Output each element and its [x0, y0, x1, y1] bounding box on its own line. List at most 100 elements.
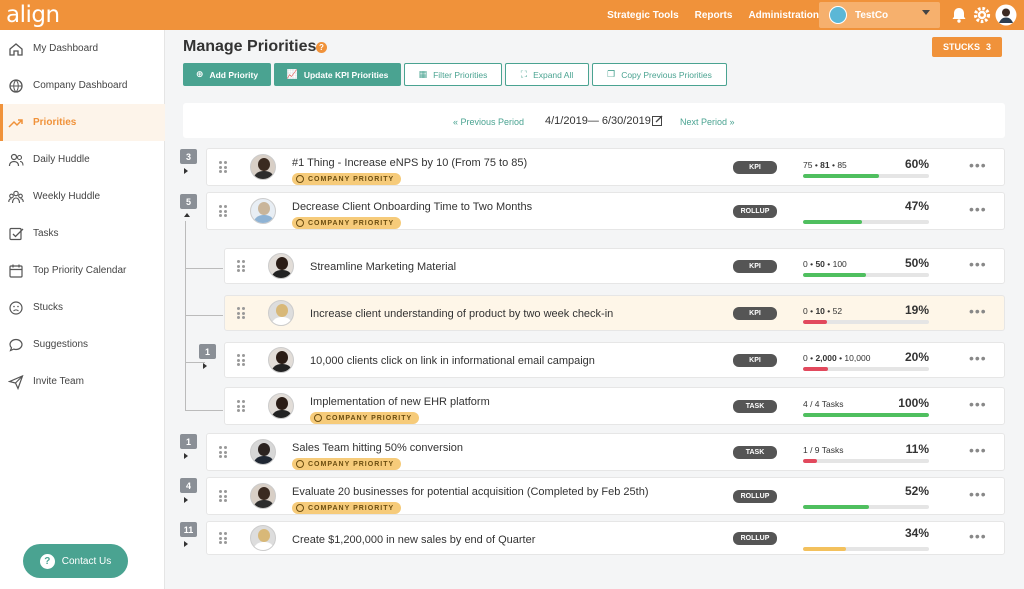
child-count-badge[interactable]: 5 [180, 194, 197, 209]
drag-handle-icon[interactable] [219, 532, 227, 544]
priority-row[interactable]: Sales Team hitting 50% conversion COMPANY… [206, 433, 1005, 471]
filter-priorities-button[interactable]: ▦ Filter Priorities [404, 63, 502, 86]
progress-bar-fill [803, 459, 817, 463]
priority-title[interactable]: Sales Team hitting 50% conversion [292, 442, 463, 454]
owner-avatar[interactable] [268, 393, 294, 419]
drag-handle-icon[interactable] [219, 161, 227, 173]
tree-branch [185, 410, 223, 411]
sidebar-item-suggestions[interactable]: Suggestions [0, 326, 165, 363]
company-selector[interactable]: TestCo [819, 2, 940, 28]
drag-handle-icon[interactable] [237, 354, 245, 366]
owner-avatar[interactable] [250, 439, 276, 465]
owner-avatar[interactable] [250, 525, 276, 551]
help-circle-icon: ? [39, 553, 55, 569]
owner-avatar[interactable] [250, 198, 276, 224]
previous-period-link[interactable]: « Previous Period [453, 117, 524, 127]
gear-icon[interactable] [972, 5, 992, 25]
sidebar-item-invite-team[interactable]: Invite Team [0, 363, 165, 400]
align-logo[interactable]: align [6, 1, 60, 29]
owner-avatar[interactable] [268, 347, 294, 373]
drag-handle-icon[interactable] [219, 446, 227, 458]
progress-values: 4 / 4 Tasks [803, 399, 844, 409]
more-options-icon[interactable]: ••• [969, 157, 987, 173]
sidebar-item-my-dashboard[interactable]: My Dashboard [0, 30, 165, 67]
priority-row[interactable]: Create $1,200,000 in new sales by end of… [206, 521, 1005, 555]
priority-title[interactable]: 10,000 clients click on link in informat… [310, 355, 595, 367]
more-options-icon[interactable]: ••• [969, 528, 987, 544]
child-count-badge[interactable]: 1 [180, 434, 197, 449]
globe-icon [296, 460, 304, 468]
help-icon[interactable]: ? [316, 42, 327, 53]
badge-label: COMPANY PRIORITY [308, 460, 395, 468]
priority-title[interactable]: Evaluate 20 businesses for potential acq… [292, 486, 649, 498]
expand-icon[interactable] [184, 497, 188, 503]
progress-percent: 19% [904, 303, 929, 317]
nav-reports[interactable]: Reports [695, 10, 733, 21]
user-avatar[interactable] [995, 4, 1017, 26]
expand-icon[interactable] [184, 453, 188, 459]
owner-avatar[interactable] [250, 483, 276, 509]
add-priority-button[interactable]: ⊕ Add Priority [183, 63, 271, 86]
sidebar-item-top-priority-calendar[interactable]: Top Priority Calendar [0, 252, 165, 289]
child-count-badge[interactable]: 3 [180, 149, 197, 164]
priority-row[interactable]: Implementation of new EHR platform COMPAN… [224, 387, 1005, 425]
next-period-link[interactable]: Next Period » [680, 117, 735, 127]
priority-title[interactable]: Streamline Marketing Material [310, 261, 456, 273]
more-options-icon[interactable]: ••• [969, 486, 987, 502]
contact-us-button[interactable]: ? Contact Us [23, 544, 128, 578]
owner-avatar[interactable] [268, 253, 294, 279]
more-options-icon[interactable]: ••• [969, 396, 987, 412]
priority-row[interactable]: Streamline Marketing Material KPI 0 • 50 •… [224, 248, 1005, 284]
priority-title[interactable]: Implementation of new EHR platform [310, 396, 490, 408]
priority-row[interactable]: 10,000 clients click on link in informat… [224, 342, 1005, 378]
drag-handle-icon[interactable] [219, 490, 227, 502]
plus-circle-icon: ⊕ [195, 69, 204, 79]
sidebar-item-daily-huddle[interactable]: Daily Huddle [0, 141, 165, 178]
more-options-icon[interactable]: ••• [969, 442, 987, 458]
stucks-button[interactable]: STUCKS 3 [932, 37, 1002, 57]
owner-avatar[interactable] [268, 300, 294, 326]
sidebar-item-tasks[interactable]: Tasks [0, 215, 165, 252]
more-options-icon[interactable]: ••• [969, 256, 987, 272]
child-count-badge[interactable]: 1 [199, 344, 216, 359]
more-options-icon[interactable]: ••• [969, 201, 987, 217]
expand-icon[interactable] [203, 363, 207, 369]
priority-title[interactable]: Increase client understanding of product… [310, 308, 613, 320]
sidebar-item-priorities[interactable]: Priorities [0, 104, 165, 141]
owner-avatar[interactable] [250, 154, 276, 180]
more-options-icon[interactable]: ••• [969, 303, 987, 319]
priority-title[interactable]: Decrease Client Onboarding Time to Two M… [292, 201, 532, 213]
drag-handle-icon[interactable] [237, 400, 245, 412]
progress-bar [803, 547, 929, 551]
drag-handle-icon[interactable] [237, 260, 245, 272]
drag-handle-icon[interactable] [219, 205, 227, 217]
child-count-badge[interactable]: 4 [180, 478, 197, 493]
globe-icon [9, 78, 23, 93]
priority-type-badge: TASK [733, 400, 777, 413]
expand-all-button[interactable]: ⛶ Expand All [505, 63, 589, 86]
progress-percent: 100% [898, 396, 929, 410]
bell-icon[interactable] [949, 5, 969, 25]
copy-previous-priorities-button[interactable]: ❐ Copy Previous Priorities [592, 63, 727, 86]
sidebar-item-weekly-huddle[interactable]: Weekly Huddle [0, 178, 165, 215]
child-count-badge[interactable]: 11 [180, 522, 197, 537]
progress-values: 0 • 10 • 52 [803, 306, 843, 316]
sidebar-item-company-dashboard[interactable]: Company Dashboard [0, 67, 165, 104]
priority-title[interactable]: Create $1,200,000 in new sales by end of… [292, 534, 535, 546]
progress-values: 0 • 50 • 100 [803, 259, 847, 269]
priority-row[interactable]: Evaluate 20 businesses for potential acq… [206, 477, 1005, 515]
priority-row[interactable]: Increase client understanding of product… [224, 295, 1005, 331]
update-kpi-priorities-button[interactable]: 📈 Update KPI Priorities [274, 63, 401, 86]
edit-icon[interactable] [652, 115, 663, 126]
priority-row[interactable]: #1 Thing - Increase eNPS by 10 (From 75 … [206, 148, 1005, 186]
priority-title[interactable]: #1 Thing - Increase eNPS by 10 (From 75 … [292, 157, 527, 169]
nav-administration[interactable]: Administration [748, 10, 819, 21]
collapse-icon[interactable] [184, 213, 190, 217]
sidebar-item-stucks[interactable]: Stucks [0, 289, 165, 326]
drag-handle-icon[interactable] [237, 307, 245, 319]
nav-strategic-tools[interactable]: Strategic Tools [607, 10, 679, 21]
more-options-icon[interactable]: ••• [969, 350, 987, 366]
expand-icon[interactable] [184, 541, 188, 547]
expand-icon[interactable] [184, 168, 188, 174]
priority-row[interactable]: Decrease Client Onboarding Time to Two M… [206, 192, 1005, 230]
